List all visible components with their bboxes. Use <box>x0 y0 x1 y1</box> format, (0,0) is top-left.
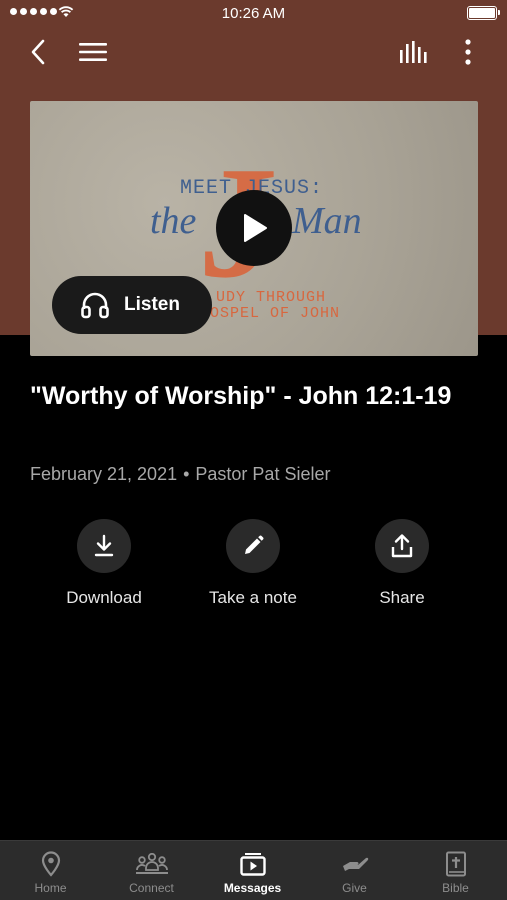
play-button[interactable] <box>216 190 292 266</box>
tab-bar: Home Connect Messages Give Bible <box>0 840 507 900</box>
tab-messages-label: Messages <box>223 881 282 895</box>
sermon-speaker: Pastor Pat Sieler <box>195 464 331 484</box>
back-button[interactable] <box>22 36 54 68</box>
location-pin-icon <box>41 851 60 877</box>
tab-home[interactable]: Home <box>0 841 101 900</box>
download-button[interactable]: Download <box>34 519 174 608</box>
download-label: Download <box>66 588 142 607</box>
tab-bible-label: Bible <box>442 881 469 895</box>
share-button[interactable]: Share <box>332 519 472 608</box>
people-icon <box>135 853 168 874</box>
sermon-title: "Worthy of Worship" - John 12:1-19 <box>30 382 452 410</box>
status-bar: 10:26 AM <box>0 0 507 28</box>
tab-messages[interactable]: Messages <box>202 841 303 900</box>
tab-home-label: Home <box>34 881 67 895</box>
chevron-left-icon <box>31 39 45 65</box>
hamburger-menu-icon <box>79 43 107 61</box>
artwork-line2a: the <box>150 200 197 242</box>
sermon-actions: Download Take a note Share <box>0 519 507 609</box>
download-icon <box>94 534 114 557</box>
pencil-icon <box>245 535 264 554</box>
tab-give[interactable]: Give <box>304 841 405 900</box>
tab-connect-label: Connect <box>129 881 174 895</box>
listen-label: Listen <box>124 294 180 315</box>
headphones-icon <box>81 292 109 319</box>
giving-hand-icon <box>342 857 368 871</box>
battery-icon <box>467 6 500 20</box>
artwork-line4: OSPEL OF JOHN <box>210 305 340 322</box>
play-video-icon <box>239 853 266 876</box>
tab-connect[interactable]: Connect <box>101 841 202 900</box>
artwork-line2b: Man <box>291 200 362 242</box>
share-label: Share <box>379 588 425 607</box>
artwork-line3: UDY THROUGH <box>216 289 326 306</box>
audio-levels-button[interactable] <box>398 36 430 68</box>
take-note-button[interactable]: Take a note <box>183 519 323 608</box>
sermon-meta: February 21, 2021 • Pastor Pat Sieler <box>30 464 330 485</box>
tab-bible[interactable]: Bible <box>405 841 506 900</box>
status-time: 10:26 AM <box>221 5 286 22</box>
share-icon <box>391 534 413 558</box>
menu-button[interactable] <box>77 36 109 68</box>
more-vertical-icon <box>465 39 471 65</box>
meta-separator: • <box>183 464 190 484</box>
take-note-label: Take a note <box>209 588 297 607</box>
play-icon <box>244 214 267 242</box>
listen-button[interactable]: Listen <box>52 276 212 334</box>
equalizer-icon <box>400 41 427 63</box>
tab-give-label: Give <box>342 881 367 895</box>
sermon-date: February 21, 2021 <box>30 464 178 484</box>
more-options-button[interactable] <box>452 36 484 68</box>
bible-icon <box>445 851 466 877</box>
nav-bar <box>0 30 507 74</box>
